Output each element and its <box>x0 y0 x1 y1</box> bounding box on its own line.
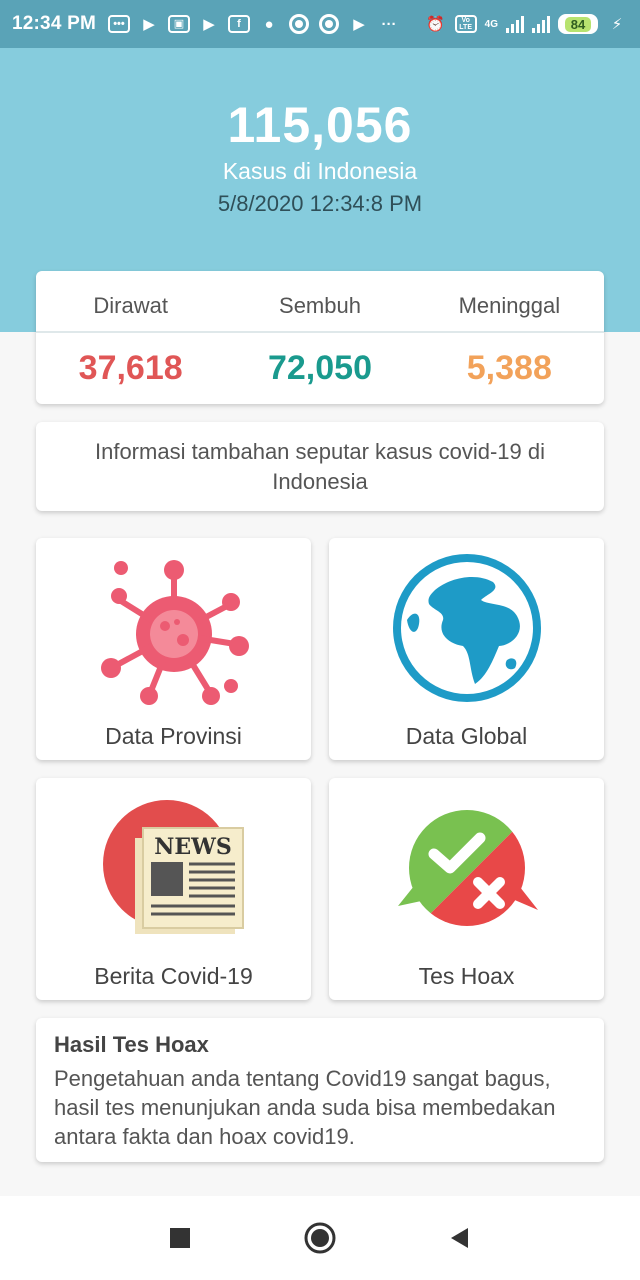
system-navbar <box>0 1196 640 1280</box>
result-body: Pengetahuan anda tentang Covid19 sangat … <box>54 1066 556 1149</box>
signal-icon <box>506 15 524 33</box>
tile-data-provinsi[interactable]: Data Provinsi <box>36 538 311 760</box>
tile-tes-hoax[interactable]: Tes Hoax <box>329 778 604 1000</box>
signal-icon <box>532 15 550 33</box>
stats-values: 37,618 72,050 5,388 <box>36 333 604 403</box>
cases-subtitle: Kasus di Indonesia <box>222 158 418 184</box>
circle-icon <box>288 13 310 35</box>
status-bar: 12:34 PM ••• ▶ ▣ ▶ f ● ▶ ··· ⏰ Vo LTE 4G… <box>0 0 640 48</box>
hoax-result-card: Hasil Tes Hoax Pengetahuan anda tentang … <box>36 1018 604 1162</box>
stat-value-sembuh: 72,050 <box>267 348 372 387</box>
more-dots-icon: ··· <box>381 15 397 33</box>
info-card[interactable]: Informasi tambahan seputar kasus covid-1… <box>36 422 604 511</box>
battery-icon: 84 <box>558 14 598 34</box>
newspaper-icon: NEWS <box>102 800 244 934</box>
circle-icon <box>318 13 340 35</box>
check-cross-icon <box>397 810 538 926</box>
message-icon: ••• <box>107 13 130 35</box>
stats-labels: Dirawat Sembuh Meninggal <box>36 271 604 333</box>
tile-berita-covid[interactable]: NEWS Berita Covid-19 <box>36 778 311 1000</box>
result-title: Hasil Tes Hoax <box>54 1032 209 1057</box>
alarm-icon: ⏰ <box>426 16 445 33</box>
charging-icon: ⚡ <box>611 16 623 33</box>
globe-icon <box>392 554 541 702</box>
home-icon <box>304 1222 336 1254</box>
play-icon: ▶ <box>143 16 155 33</box>
stats-card: Dirawat Sembuh Meninggal 37,618 72,050 5… <box>36 271 604 404</box>
recents-button[interactable] <box>160 1218 200 1258</box>
status-right: ⏰ Vo LTE 4G 84 ⚡ <box>425 13 628 35</box>
stat-value-dirawat: 37,618 <box>78 348 183 387</box>
network-label: 4G <box>484 18 498 30</box>
status-time: 12:34 PM <box>12 13 96 34</box>
home-button[interactable] <box>300 1218 340 1258</box>
update-timestamp: 5/8/2020 12:34:8 PM <box>217 191 423 216</box>
tile-label-data-global: Data Global <box>405 723 528 749</box>
stat-label-dirawat: Dirawat <box>93 293 168 318</box>
photo-icon: ▣ <box>167 13 190 35</box>
messenger-icon: ● <box>264 15 274 33</box>
volte-icon: Vo LTE <box>454 13 477 35</box>
tile-label-berita-covid: Berita Covid-19 <box>94 963 253 989</box>
youtube-icon: ▶ <box>353 16 365 33</box>
tile-label-tes-hoax: Tes Hoax <box>418 963 515 989</box>
play-icon: ▶ <box>203 16 215 33</box>
tile-label-data-provinsi: Data Provinsi <box>105 723 242 749</box>
facebook-icon: f <box>227 13 250 35</box>
recents-icon <box>170 1228 190 1248</box>
virus-icon <box>100 560 249 705</box>
info-text: Informasi tambahan seputar kasus covid-1… <box>94 438 545 494</box>
stat-label-sembuh: Sembuh <box>279 293 361 318</box>
total-cases: 115,056 <box>227 97 413 153</box>
tile-data-global[interactable]: Data Global <box>329 538 604 760</box>
stat-value-meninggal: 5,388 <box>466 348 552 387</box>
notification-icons: ••• ▶ ▣ ▶ f ● ▶ ··· <box>107 13 425 35</box>
back-icon <box>451 1228 468 1248</box>
news-icon-text: NEWS <box>154 834 231 860</box>
back-button[interactable] <box>440 1218 480 1258</box>
stat-label-meninggal: Meninggal <box>458 293 561 318</box>
